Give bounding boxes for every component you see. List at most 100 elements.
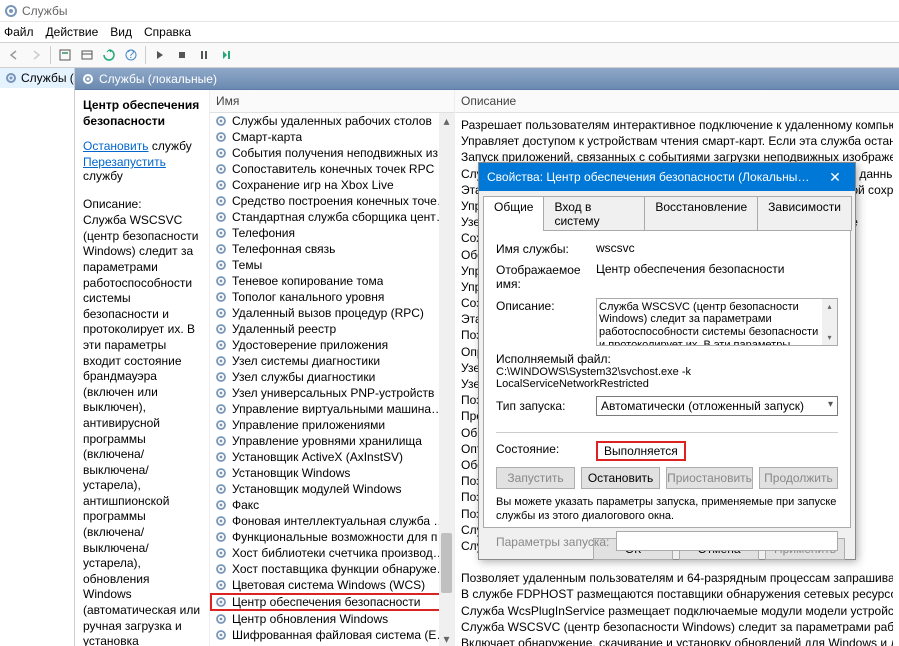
service-row[interactable]: События получения неподвижных изображен.…	[210, 145, 454, 161]
desc-label: Описание:	[496, 298, 596, 313]
service-row[interactable]: Сохранение игр на Xbox Live	[210, 177, 454, 193]
startup-select[interactable]: Автоматически (отложенный запуск)	[596, 396, 838, 416]
service-row[interactable]: Узел службы диагностики	[210, 369, 454, 385]
scroll-up-icon[interactable]: ▴	[439, 113, 454, 128]
dialog-body: Имя службы: wscsvc Отображаемое имя: Цен…	[483, 230, 851, 528]
menu-file[interactable]: Файл	[4, 25, 34, 39]
refresh-icon[interactable]	[99, 45, 119, 65]
svc-name-value[interactable]: wscsvc	[596, 241, 635, 255]
service-row[interactable]: Функциональные возможности для подключе.…	[210, 529, 454, 545]
scroll-down-icon[interactable]: ▾	[822, 330, 837, 345]
service-name: Смарт-карта	[232, 130, 302, 144]
nav-fwd-icon[interactable]	[26, 45, 46, 65]
close-icon[interactable]: ✕	[815, 163, 855, 191]
service-row[interactable]: Телефонная связь	[210, 241, 454, 257]
tab-logon[interactable]: Вход в систему	[543, 196, 645, 231]
service-row[interactable]: Управление виртуальными машинами Hyper-V	[210, 401, 454, 417]
stop-button[interactable]: Остановить	[581, 467, 660, 489]
nav-back-icon[interactable]	[4, 45, 24, 65]
gear-icon	[4, 71, 18, 85]
service-name: Тополог канального уровня	[232, 290, 384, 304]
restart-icon[interactable]	[216, 45, 236, 65]
service-row[interactable]: Сопоставитель конечных точек RPC	[210, 161, 454, 177]
gear-icon	[214, 194, 228, 208]
service-row[interactable]: Службы удаленных рабочих столов	[210, 113, 454, 129]
service-row[interactable]: Стандартная служба сборщика центра диагн…	[210, 209, 454, 225]
textarea-scrollbar[interactable]: ▴ ▾	[822, 299, 837, 345]
start-button[interactable]: Запустить	[496, 467, 575, 489]
export-icon[interactable]	[77, 45, 97, 65]
info-desc-label: Описание:	[83, 197, 201, 211]
scrollbar[interactable]: ▴ ▾	[439, 113, 454, 646]
service-row[interactable]: Цветовая система Windows (WCS)	[210, 577, 454, 593]
tree-root-label: Службы (л	[21, 71, 74, 85]
tree-root[interactable]: Службы (л	[0, 68, 74, 88]
service-row[interactable]: Хост поставщика функции обнаружения	[210, 561, 454, 577]
description-row: Включает обнаружение, скачивание и устан…	[461, 635, 893, 646]
column-header-name[interactable]: Имя	[210, 90, 454, 113]
menu-view[interactable]: Вид	[110, 25, 132, 39]
properties-icon[interactable]	[55, 45, 75, 65]
scroll-down-icon[interactable]: ▾	[439, 631, 454, 646]
pause-icon[interactable]	[194, 45, 214, 65]
service-name: Теневое копирование тома	[232, 274, 383, 288]
service-row[interactable]: Центр обеспечения безопасности	[210, 593, 454, 611]
service-row[interactable]: Фоновая интеллектуальная служба передачи…	[210, 513, 454, 529]
tab-deps[interactable]: Зависимости	[757, 196, 852, 231]
service-row[interactable]: Смарт-карта	[210, 129, 454, 145]
gear-icon	[214, 514, 228, 528]
service-list[interactable]: Службы удаленных рабочих столовСмарт-кар…	[210, 113, 454, 646]
state-label: Состояние:	[496, 441, 596, 456]
play-icon[interactable]	[150, 45, 170, 65]
stop-icon[interactable]	[172, 45, 192, 65]
service-row[interactable]: Управление уровнями хранилища	[210, 433, 454, 449]
service-row[interactable]: Шифрованная файловая система (EFS)	[210, 627, 454, 643]
menu-help[interactable]: Справка	[144, 25, 191, 39]
menu-action[interactable]: Действие	[46, 25, 99, 39]
service-row[interactable]: Удостоверение приложения	[210, 337, 454, 353]
service-name: Факс	[232, 498, 259, 512]
column-header-desc[interactable]: Описание	[455, 90, 899, 113]
scroll-thumb[interactable]	[441, 533, 452, 593]
dialog-titlebar[interactable]: Свойства: Центр обеспечения безопасности…	[479, 163, 855, 191]
exe-value: C:\WINDOWS\System32\svchost.exe -k Local…	[496, 366, 838, 390]
gear-icon	[214, 530, 228, 544]
params-input[interactable]	[616, 531, 838, 551]
service-row[interactable]: Установщик модулей Windows	[210, 481, 454, 497]
desc-textarea[interactable]: Служба WSCSVC (центр безопасности Window…	[596, 298, 838, 346]
tab-general[interactable]: Общие	[483, 196, 544, 231]
gear-icon	[214, 210, 228, 224]
service-row[interactable]: Хост библиотеки счетчика производительно…	[210, 545, 454, 561]
service-name: Средство построения конечных точек Windo…	[232, 194, 450, 208]
resume-button[interactable]: Продолжить	[759, 467, 838, 489]
service-row[interactable]: Телефония	[210, 225, 454, 241]
service-name: Темы	[232, 258, 262, 272]
tab-recovery[interactable]: Восстановление	[644, 196, 758, 231]
gear-icon	[214, 418, 228, 432]
service-row[interactable]: Узел универсальных PNP-устройств	[210, 385, 454, 401]
service-row[interactable]: Удаленный вызов процедур (RPC)	[210, 305, 454, 321]
stop-link[interactable]: Остановить	[83, 139, 149, 153]
service-row[interactable]: Центр обновления Windows	[210, 611, 454, 627]
desc-text: Служба WSCSVC (центр безопасности Window…	[599, 301, 835, 346]
service-row[interactable]: Установщик ActiveX (AxInstSV)	[210, 449, 454, 465]
service-row[interactable]: Управление приложениями	[210, 417, 454, 433]
service-row[interactable]: Теневое копирование тома	[210, 273, 454, 289]
service-name: Установщик ActiveX (AxInstSV)	[232, 450, 403, 464]
service-row[interactable]: Средство построения конечных точек Windo…	[210, 193, 454, 209]
scroll-up-icon[interactable]: ▴	[822, 299, 837, 314]
pause-button[interactable]: Приостановить	[666, 467, 753, 489]
service-row[interactable]: Факс	[210, 497, 454, 513]
service-name: Сопоставитель конечных точек RPC	[232, 162, 434, 176]
restart-link[interactable]: Перезапустить	[83, 155, 166, 169]
service-row[interactable]: Тополог канального уровня	[210, 289, 454, 305]
service-row[interactable]: Удаленный реестр	[210, 321, 454, 337]
service-name: Стандартная служба сборщика центра диагн…	[232, 210, 450, 224]
gear-icon	[214, 612, 228, 626]
help-icon[interactable]: ?	[121, 45, 141, 65]
dialog-tabs: Общие Вход в систему Восстановление Зави…	[479, 191, 855, 230]
service-row[interactable]: Установщик Windows	[210, 465, 454, 481]
service-row[interactable]: Темы	[210, 257, 454, 273]
service-row[interactable]: Узел системы диагностики	[210, 353, 454, 369]
description-row: Позволяет удаленным пользователям и 64-р…	[461, 570, 893, 586]
